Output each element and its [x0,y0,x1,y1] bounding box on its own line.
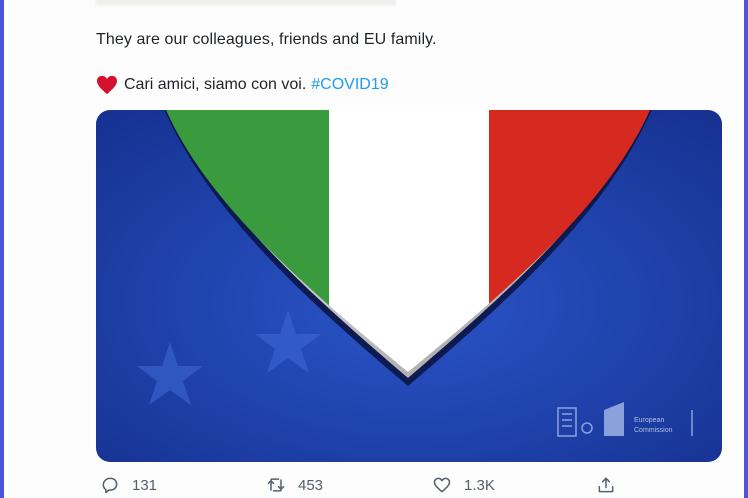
like-icon [433,477,451,493]
share-icon [598,477,614,493]
tweet-actions: 131 453 1.3K [96,475,636,497]
hashtag-link[interactable]: #COVID19 [311,76,388,94]
retweet-icon [267,478,285,492]
reply-icon [102,477,118,494]
reply-count: 131 [132,476,158,494]
heart-emoji-icon [97,75,117,95]
like-button[interactable]: 1.3K [432,475,495,495]
tweet-image[interactable]: European Commission [96,110,722,462]
like-count: 1.3K [464,476,495,494]
logo-text-line2: Commission [634,427,673,434]
retweet-count: 453 [298,476,324,494]
retweet-button[interactable]: 453 [266,475,323,495]
cropped-header [96,0,396,8]
tweet-text-line2: Cari amici, siamo con voi. #COVID19 [96,75,389,95]
tweet-text-italian: Cari amici, siamo con voi. [124,76,307,93]
reply-button[interactable]: 131 [100,475,157,495]
tweet-text-line1: They are our colleagues, friends and EU … [96,31,437,48]
share-button[interactable] [596,475,628,495]
tweet-card: They are our colleagues, friends and EU … [4,0,744,498]
logo-text-line1: European [634,417,664,424]
